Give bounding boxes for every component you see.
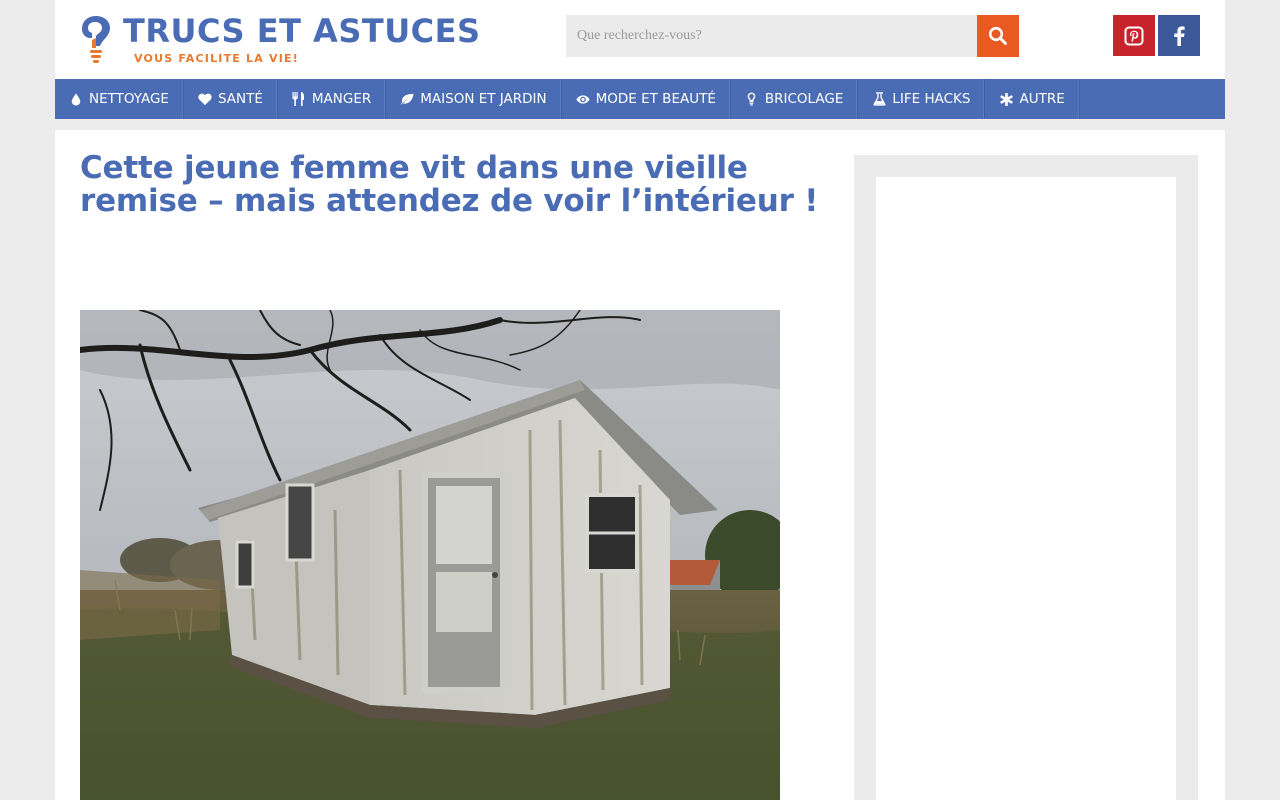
nav-item-life-hacks[interactable]: LIFE HACKS: [858, 79, 986, 119]
main-content: Cette jeune femme vit dans une vieille r…: [55, 130, 1225, 800]
nav-label: MANGER: [311, 91, 372, 107]
nav-item-autre[interactable]: AUTRE: [985, 79, 1080, 119]
pinterest-button[interactable]: [1113, 15, 1155, 56]
nav-item-nettoyage[interactable]: NETTOYAGE: [55, 79, 184, 119]
nav-item-sante[interactable]: SANTÉ: [184, 79, 278, 119]
sidebar: [854, 155, 1198, 800]
utensils-icon: [292, 92, 306, 106]
facebook-button[interactable]: [1158, 15, 1200, 56]
sidebar-ad-slot: [876, 177, 1176, 800]
site-header: TRUCS ET ASTUCES VOUS FACILITE LA VIE!: [55, 0, 1225, 79]
nav-item-bricolage[interactable]: BRICOLAGE: [731, 79, 859, 119]
lightbulb-question-icon: [82, 16, 110, 63]
facebook-icon: [1174, 25, 1185, 46]
search-button[interactable]: [977, 15, 1019, 57]
nav-label: MODE ET BEAUTÉ: [595, 91, 716, 107]
nav-item-mode-et-beaute[interactable]: MODE ET BEAUTÉ: [562, 79, 731, 119]
nav-label: AUTRE: [1019, 91, 1065, 107]
nav-label: NETTOYAGE: [89, 91, 169, 107]
eye-icon: [575, 92, 590, 106]
nav-label: LIFE HACKS: [892, 91, 971, 107]
heart-icon: [198, 92, 212, 106]
nav-item-maison-et-jardin[interactable]: MAISON ET JARDIN: [386, 79, 562, 119]
nav-label: SANTÉ: [217, 91, 263, 107]
logo-title: TRUCS ET ASTUCES: [123, 12, 481, 50]
search-icon: [988, 26, 1007, 45]
shed-photo-illustration: [80, 310, 780, 800]
page: TRUCS ET ASTUCES VOUS FACILITE LA VIE! Q…: [55, 0, 1225, 800]
nav-item-manger[interactable]: MANGER: [278, 79, 387, 119]
drop-icon: [69, 92, 83, 106]
asterisk-icon: [999, 92, 1013, 106]
nav-label: MAISON ET JARDIN: [420, 91, 547, 107]
lightbulb-icon: [745, 92, 759, 106]
flask-icon: [872, 92, 886, 106]
search-form: [566, 15, 1019, 57]
nav-label: BRICOLAGE: [764, 91, 844, 107]
search-input[interactable]: [566, 15, 977, 57]
main-navigation: NETTOYAGE SANTÉ MANGER MAISON ET JARDIN …: [55, 79, 1225, 119]
article-title: Cette jeune femme vit dans une vieille r…: [80, 150, 819, 219]
logo-tagline: VOUS FACILITE LA VIE!: [134, 52, 299, 65]
article-image: [80, 310, 780, 800]
site-logo[interactable]: TRUCS ET ASTUCES VOUS FACILITE LA VIE!: [80, 12, 480, 66]
pinterest-icon: [1124, 26, 1144, 45]
leaf-icon: [400, 92, 414, 106]
